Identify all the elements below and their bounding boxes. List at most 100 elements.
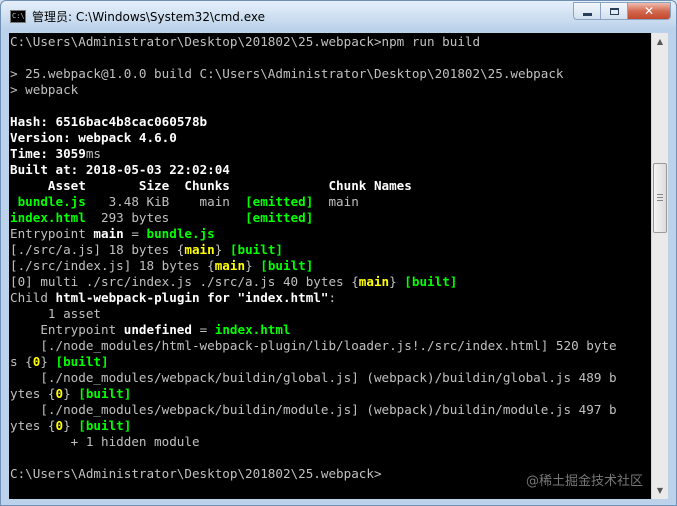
caption-buttons: ✕ — [573, 2, 671, 20]
console-text-segment: [./node_modules/html-webpack-plugin/lib/… — [10, 338, 617, 353]
console-text-segment: 4.6.0 — [138, 130, 177, 145]
console-text-segment: : — [328, 290, 337, 305]
console-line: 1 asset — [10, 306, 617, 322]
console-text-segment: } — [389, 274, 405, 289]
console-text-segment: } — [214, 242, 230, 257]
console-line: [./src/index.js] 18 bytes {main} [built] — [10, 258, 617, 274]
console-text-segment: main — [313, 194, 359, 209]
console-text-segment: C:\Users\Administrator\Desktop\201802\25… — [10, 34, 481, 49]
console-lines: C:\Users\Administrator\Desktop\201802\25… — [10, 34, 617, 482]
console-text-segment: bundle.js — [146, 226, 215, 241]
console-text-segment: [./src/a.js] 18 bytes { — [10, 242, 185, 257]
minimize-button[interactable] — [573, 2, 600, 20]
console-text-segment: 22:02:04 — [169, 162, 230, 177]
console-line: Asset Size Chunks Chunk Names — [10, 178, 617, 194]
console-text-segment: Built at: 2018-05-03 — [10, 162, 170, 177]
thumb-grip-line — [657, 200, 663, 201]
console-text-segment: C:\Users\Administrator\Desktop\201802\25… — [10, 466, 382, 481]
console-line: Built at: 2018-05-03 22:02:04 — [10, 162, 617, 178]
console-text-segment: [./node_modules/webpack/buildin/module.j… — [10, 402, 617, 417]
close-icon: ✕ — [643, 4, 655, 18]
console-line: ytes {0} [built] — [10, 386, 617, 402]
console-line: index.html 293 bytes [emitted] — [10, 210, 617, 226]
thumb-grip-line — [657, 194, 663, 195]
console-text-segment: [built] — [55, 354, 109, 369]
console-line: [./node_modules/html-webpack-plugin/lib/… — [10, 338, 617, 354]
console-line: [./src/a.js] 18 bytes {main} [built] — [10, 242, 617, 258]
console-text-segment: 6516bac4b8cac060578b — [55, 114, 208, 129]
console-text-segment: 1 asset — [10, 306, 101, 321]
scroll-up-arrow-icon[interactable]: ▲ — [652, 33, 668, 50]
console-text-segment: [built] — [229, 242, 283, 257]
console-text-segment: [built] — [78, 386, 132, 401]
console-text-segment: } — [63, 418, 79, 433]
console-text-segment: > webpack — [10, 82, 79, 97]
console-line: Entrypoint undefined = index.html — [10, 322, 617, 338]
console-line: C:\Users\Administrator\Desktop\201802\25… — [10, 34, 617, 50]
cmd-app-icon[interactable]: C:\ — [10, 10, 26, 23]
cmd-app-icon-text: C:\ — [12, 12, 25, 20]
console-line: [./node_modules/webpack/buildin/global.j… — [10, 370, 617, 386]
minimize-icon — [582, 12, 592, 16]
console-text-segment: } — [40, 354, 56, 369]
console-text-segment: = — [123, 226, 147, 241]
console-text-segment: ytes { — [10, 386, 56, 401]
console-text-segment: [built] — [78, 418, 132, 433]
console-text-segment: index.html — [10, 210, 86, 225]
console-line: [0] multi ./src/index.js ./src/a.js 40 b… — [10, 274, 617, 290]
console-text-segment: s { — [10, 354, 33, 369]
console-text-segment: index.html — [214, 322, 291, 337]
console-text-segment: Version: webpack — [10, 130, 139, 145]
console-text-segment: [built] — [260, 258, 314, 273]
console-text-segment: Time: — [10, 146, 56, 161]
console-text-segment: } — [63, 386, 79, 401]
console-text-segment: ytes { — [10, 418, 56, 433]
console-text-segment: Asset Size Chunks Chunk Names — [10, 178, 412, 193]
console-text-segment: bundle.js — [10, 194, 86, 209]
thumb-grip-line — [657, 197, 663, 198]
watermark: @稀土掘金技术社区 — [525, 474, 643, 489]
scroll-down-arrow-icon[interactable]: ▼ — [652, 482, 668, 499]
vertical-scrollbar[interactable]: ▲ ▼ — [651, 33, 668, 499]
console-text-segment: 0 — [55, 386, 64, 401]
console-text-segment: main — [93, 226, 124, 241]
cmd-window: C:\ 管理员: C:\Windows\System32\cmd.exe ✕ C… — [0, 0, 677, 506]
console-text-segment: html-webpack-plugin for "index.html" — [55, 290, 329, 305]
console-text-segment: main — [358, 274, 390, 289]
console-text-segment: } — [245, 258, 261, 273]
console-text-segment: Entrypoint — [10, 226, 94, 241]
console-text-segment: > 25.webpack@1.0.0 build C:\Users\Admini… — [10, 66, 564, 81]
console-output[interactable]: C:\Users\Administrator\Desktop\201802\25… — [9, 33, 651, 499]
console-line: Time: 3059ms — [10, 146, 617, 162]
console-line: + 1 hidden module — [10, 434, 617, 450]
console-text-segment: [emitted] — [245, 194, 314, 209]
console-text-segment: [./node_modules/webpack/buildin/global.j… — [10, 370, 617, 385]
console-line: Hash: 6516bac4b8cac060578b — [10, 114, 617, 130]
console-text-segment: = — [191, 322, 215, 337]
scrollbar-thumb[interactable] — [653, 163, 667, 233]
console-text-segment: undefined — [123, 322, 192, 337]
console-text-segment: Entrypoint — [10, 322, 124, 337]
title-bar[interactable]: C:\ 管理员: C:\Windows\System32\cmd.exe ✕ — [1, 1, 676, 32]
console-text-segment: [emitted] — [245, 210, 314, 225]
console-line: Entrypoint main = bundle.js — [10, 226, 617, 242]
maximize-button[interactable] — [600, 2, 627, 20]
console-line: Version: webpack 4.6.0 — [10, 130, 617, 146]
console-text-segment: Hash: — [10, 114, 56, 129]
console-line: > 25.webpack@1.0.0 build C:\Users\Admini… — [10, 66, 617, 82]
console-text-segment: [built] — [404, 274, 458, 289]
console-text-segment: [./src/index.js] 18 bytes { — [10, 258, 215, 273]
close-button[interactable]: ✕ — [627, 2, 671, 20]
maximize-icon — [609, 7, 619, 15]
console-text-segment: Child — [10, 290, 56, 305]
console-text-segment: main — [214, 258, 246, 273]
console-line: ytes {0} [built] — [10, 418, 617, 434]
console-line: Child html-webpack-plugin for "index.htm… — [10, 290, 617, 306]
console-text-segment: 3.48 KiB main — [85, 194, 246, 209]
console-line: s {0} [built] — [10, 354, 617, 370]
console-line: bundle.js 3.48 KiB main [emitted] main — [10, 194, 617, 210]
console-text-segment: ms — [85, 146, 102, 161]
